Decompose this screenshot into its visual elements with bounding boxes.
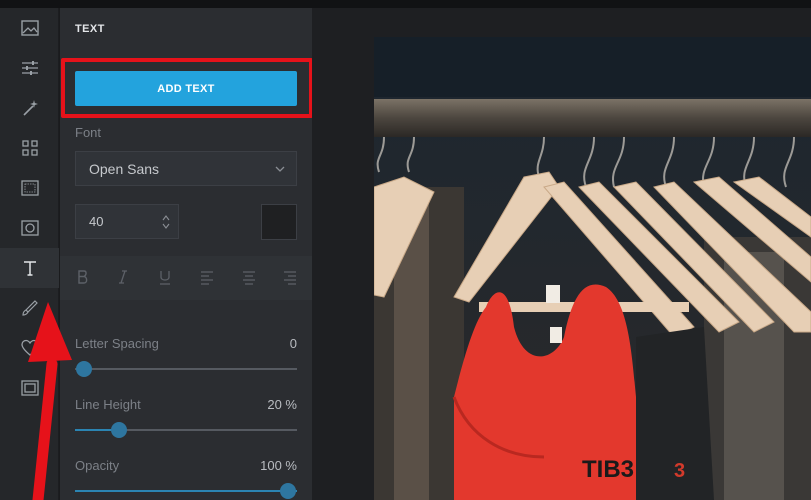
magic-wand-icon bbox=[22, 100, 38, 116]
paint-icon bbox=[21, 300, 38, 316]
rail-vignette-tool[interactable] bbox=[0, 208, 59, 248]
rail-effects-tool[interactable] bbox=[0, 88, 59, 128]
rail-image-tool[interactable] bbox=[0, 8, 59, 48]
rail-grid-tool[interactable] bbox=[0, 128, 59, 168]
panel-title: TEXT bbox=[75, 23, 105, 35]
rail-paint-tool[interactable] bbox=[0, 288, 59, 328]
font-size-stepper[interactable]: 40 bbox=[75, 204, 179, 239]
align-left-button[interactable] bbox=[198, 268, 216, 286]
svg-text:3: 3 bbox=[674, 460, 685, 482]
rail-frame-tool[interactable] bbox=[0, 168, 59, 208]
opacity-slider[interactable] bbox=[75, 483, 297, 499]
opacity-value: 100 % bbox=[260, 458, 297, 473]
shirt-print-text: TIB3 bbox=[582, 456, 634, 483]
adjust-sliders-icon bbox=[21, 61, 38, 75]
rail-sticker-tool[interactable] bbox=[0, 328, 59, 368]
border-icon bbox=[20, 380, 39, 396]
slider-handle[interactable] bbox=[75, 361, 92, 377]
frame-icon bbox=[20, 180, 39, 196]
text-color-swatch[interactable] bbox=[261, 204, 297, 240]
bold-button[interactable] bbox=[74, 268, 92, 286]
line-height-value: 20 % bbox=[267, 397, 297, 412]
clothes-rack-image: TIB3 3 bbox=[374, 37, 811, 500]
text-icon bbox=[23, 261, 36, 276]
underline-icon bbox=[160, 271, 170, 285]
bold-icon bbox=[78, 270, 88, 284]
slider-handle[interactable] bbox=[280, 483, 297, 499]
chevron-down-icon bbox=[275, 166, 285, 172]
letter-spacing-label: Letter Spacing bbox=[75, 336, 159, 351]
align-right-button[interactable] bbox=[281, 268, 299, 286]
align-center-button[interactable] bbox=[240, 268, 258, 286]
letter-spacing-value: 0 bbox=[289, 336, 297, 351]
line-height-label: Line Height bbox=[75, 397, 141, 412]
font-select[interactable]: Open Sans bbox=[75, 151, 297, 186]
top-bar bbox=[0, 0, 811, 8]
spinner-arrows-icon[interactable] bbox=[162, 214, 170, 230]
add-text-button[interactable]: ADD TEXT bbox=[75, 71, 297, 106]
heart-icon bbox=[20, 339, 39, 356]
grid-icon bbox=[21, 140, 38, 156]
align-right-icon bbox=[284, 271, 296, 285]
opacity-label: Opacity bbox=[75, 458, 120, 473]
rail-adjust-tool[interactable] bbox=[0, 48, 59, 88]
rail-border-tool[interactable] bbox=[0, 368, 59, 408]
tool-rail bbox=[0, 8, 59, 500]
font-size-value: 40 bbox=[89, 214, 104, 229]
format-toolbar bbox=[60, 256, 312, 300]
font-label: Font bbox=[75, 125, 102, 140]
align-center-icon bbox=[243, 271, 255, 285]
image-icon bbox=[20, 20, 39, 36]
font-select-value: Open Sans bbox=[89, 160, 160, 177]
underline-button[interactable] bbox=[156, 268, 174, 286]
align-left-icon bbox=[201, 271, 213, 285]
photo-of-clothes-on-hangers[interactable]: TIB3 3 bbox=[374, 37, 811, 500]
italic-button[interactable] bbox=[114, 268, 132, 286]
vignette-icon bbox=[20, 220, 39, 236]
rail-text-tool[interactable] bbox=[0, 248, 59, 288]
italic-icon bbox=[119, 270, 127, 284]
line-height-slider[interactable] bbox=[75, 422, 297, 438]
letter-spacing-slider[interactable] bbox=[75, 361, 297, 377]
slider-fill bbox=[75, 490, 297, 492]
